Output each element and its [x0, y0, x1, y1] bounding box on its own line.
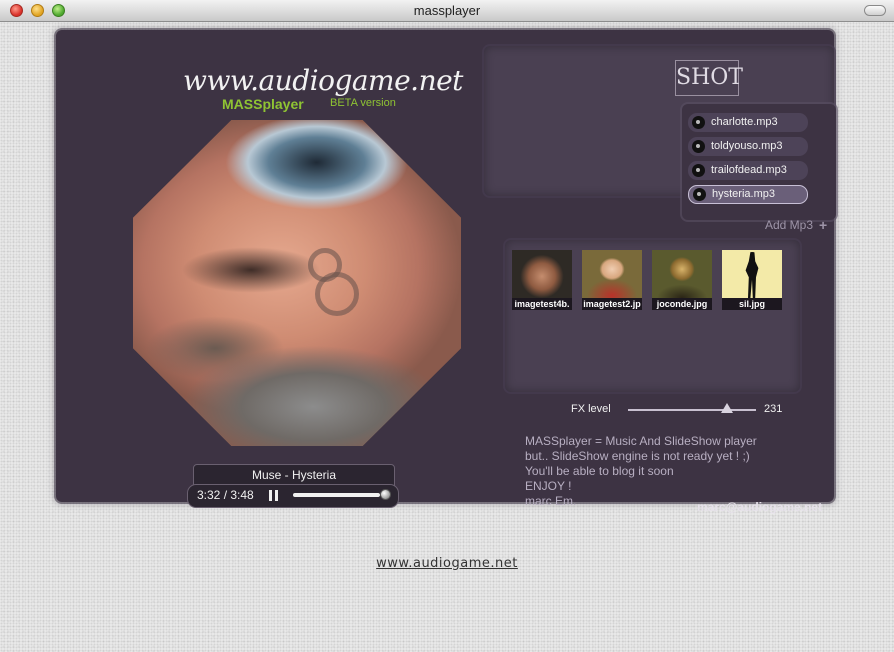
fx-level-value: 231: [764, 403, 783, 415]
brand-name: MASSplayer: [222, 96, 304, 112]
progress-fill: [293, 493, 381, 497]
toolbar-toggle-button[interactable]: [864, 5, 886, 16]
now-playing-title: Muse - Hysteria: [193, 464, 395, 486]
playlist-item[interactable]: trailofdead.mp3: [688, 161, 808, 180]
playlist-item-active[interactable]: hysteria.mp3: [688, 185, 808, 204]
thumbnail-caption: imagetest2.jp: [582, 298, 642, 310]
info-line: You'll be able to blog it soon: [525, 464, 674, 478]
thumbnail-caption: sil.jpg: [722, 298, 782, 310]
progress-bar[interactable]: [293, 493, 387, 497]
playlist-item-label: charlotte.mp3: [711, 116, 778, 128]
playlist-item-label: toldyouso.mp3: [711, 140, 783, 152]
thumbnail-image: [582, 250, 642, 298]
thumbnail-image: [652, 250, 712, 298]
playlist-item[interactable]: toldyouso.mp3: [688, 137, 808, 156]
thumbnail-caption: imagetest4b.: [512, 298, 572, 310]
fx-slider-handle[interactable]: [721, 403, 733, 413]
info-line: MASSplayer = Music And SlideShow player: [525, 434, 757, 448]
thumbnail-image: [512, 250, 572, 298]
image-thumbnail[interactable]: imagetest2.jp: [582, 250, 642, 310]
add-mp3-button[interactable]: Add Mp3: [765, 218, 813, 232]
disc-icon: [692, 116, 705, 129]
image-thumbnail[interactable]: imagetest4b.: [512, 250, 572, 310]
shot-button[interactable]: SHOT: [675, 60, 743, 96]
disc-icon: [692, 140, 705, 153]
silhouette-figure: [745, 252, 759, 298]
playlist-item-label: hysteria.mp3: [712, 188, 775, 200]
contact-email-link[interactable]: marc@audiogame.net: [697, 500, 822, 514]
window-title: massplayer: [413, 3, 481, 18]
beta-label: BETA version: [330, 97, 396, 109]
footer-website-link[interactable]: www.audiogame.net: [0, 556, 894, 571]
image-thumbnail[interactable]: joconde.jpg: [652, 250, 712, 310]
fx-level-label: FX level: [571, 403, 611, 415]
info-line: ENJOY !: [525, 479, 572, 493]
playlist-item[interactable]: charlotte.mp3: [688, 113, 808, 132]
plus-icon[interactable]: +: [819, 217, 827, 233]
playlist-item-label: trailofdead.mp3: [711, 164, 787, 176]
info-line: but.. SlideShow engine is not ready yet …: [525, 449, 750, 463]
image-thumbnail[interactable]: sil.jpg: [722, 250, 782, 310]
playback-time: 3:32 / 3:48: [197, 488, 254, 502]
info-text: MASSplayer = Music And SlideShow player …: [525, 434, 757, 509]
window-titlebar: massplayer: [0, 0, 894, 22]
progress-handle[interactable]: [380, 489, 391, 500]
thumbnail-image: [722, 250, 782, 298]
pause-icon[interactable]: [269, 490, 278, 501]
site-logo: www.audiogame.net: [183, 64, 463, 97]
disc-icon: [692, 164, 705, 177]
fx-level-slider[interactable]: [628, 409, 756, 411]
thumbnail-caption: joconde.jpg: [652, 298, 712, 310]
ring-icon: [315, 272, 359, 316]
disc-icon: [693, 188, 706, 201]
